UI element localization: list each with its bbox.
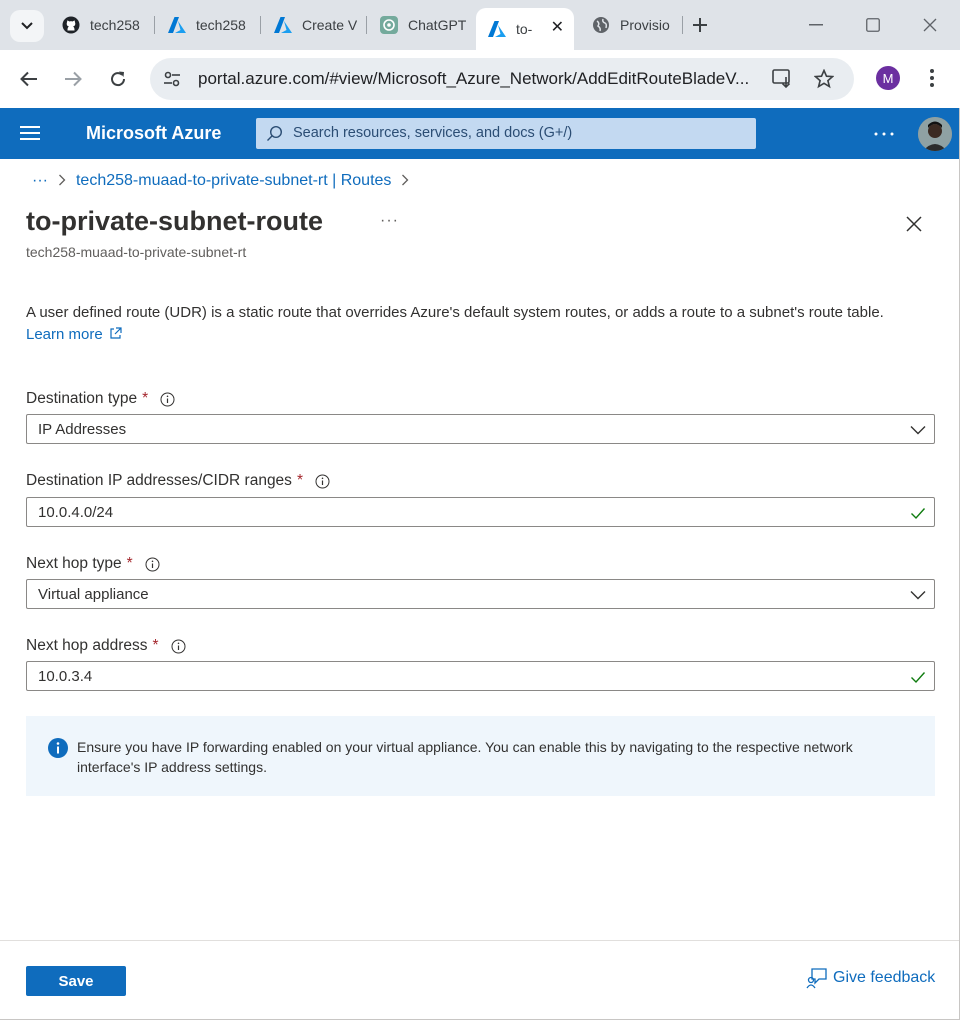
page-title: to-private-subnet-route xyxy=(26,206,323,236)
profile-avatar[interactable]: M xyxy=(876,66,900,90)
next-hop-address-label: Next hop address * xyxy=(26,637,186,655)
browser-tab[interactable]: tech258 xyxy=(50,8,154,42)
destination-ips-input[interactable]: 10.0.4.0/24 xyxy=(26,497,935,527)
dropdown-value: Virtual appliance xyxy=(38,586,149,603)
tab-label: tech258 xyxy=(196,17,246,33)
page-more-icon[interactable]: ··· xyxy=(380,212,399,230)
tab-label: tech258 xyxy=(90,17,140,33)
input-value: 10.0.4.0/24 xyxy=(38,504,114,521)
info-message-text: Ensure you have IP forwarding enabled on… xyxy=(77,739,853,775)
back-arrow-icon[interactable] xyxy=(16,66,42,92)
new-tab-plus-icon[interactable] xyxy=(692,13,708,39)
user-avatar[interactable] xyxy=(918,117,952,151)
browser-tab[interactable]: Provisio xyxy=(580,8,682,42)
portal-menu-icon[interactable] xyxy=(20,126,40,140)
maximize-icon[interactable] xyxy=(863,15,883,35)
browser-tab[interactable]: Create V xyxy=(262,8,366,42)
browser-tab[interactable]: tech258 xyxy=(156,8,260,42)
info-filled-icon xyxy=(48,738,68,758)
checkmark-icon xyxy=(911,508,926,520)
breadcrumb-parent-link[interactable]: tech258-muaad-to-private-subnet-rt | Rou… xyxy=(76,172,391,190)
required-asterisk: * xyxy=(152,637,159,654)
browser-tab-active[interactable]: to- ✕ xyxy=(476,8,574,50)
search-placeholder: Search resources, services, and docs (G+… xyxy=(293,125,573,141)
chatgpt-icon xyxy=(380,16,398,34)
checkmark-icon xyxy=(911,672,926,684)
breadcrumb-ellipsis[interactable]: ··· xyxy=(32,172,48,190)
chevron-down-icon xyxy=(910,591,926,600)
tab-label: ChatGPT xyxy=(408,17,467,33)
header-more-icon[interactable] xyxy=(874,123,894,141)
forward-arrow-icon[interactable] xyxy=(60,66,86,92)
tab-close-icon[interactable]: ✕ xyxy=(551,17,564,37)
tab-label: Create V xyxy=(302,17,358,33)
chevron-down-icon xyxy=(21,22,33,30)
next-hop-type-dropdown[interactable]: Virtual appliance xyxy=(26,579,935,609)
minimize-icon[interactable] xyxy=(806,15,826,35)
window-close-icon[interactable] xyxy=(920,15,940,35)
install-app-icon[interactable] xyxy=(772,68,794,90)
input-value: 10.0.3.4 xyxy=(38,668,93,685)
description-text: A user defined route (UDR) is a static r… xyxy=(26,304,884,321)
tab-separator xyxy=(154,16,155,34)
site-settings-icon[interactable] xyxy=(162,69,182,94)
close-blade-icon[interactable] xyxy=(904,214,924,234)
breadcrumb: ··· tech258-muaad-to-private-subnet-rt |… xyxy=(32,172,419,190)
save-button[interactable]: Save xyxy=(26,966,126,996)
external-link-icon xyxy=(110,327,122,339)
next-hop-type-label: Next hop type * xyxy=(26,555,160,573)
give-feedback-link[interactable]: Give feedback xyxy=(806,967,935,989)
bookmark-star-icon[interactable] xyxy=(813,68,835,90)
page-subtitle: tech258-muaad-to-private-subnet-rt xyxy=(26,244,247,260)
chevron-down-icon xyxy=(910,426,926,435)
azure-top-bar: Microsoft Azure Search resources, servic… xyxy=(0,108,960,159)
chevron-right-icon xyxy=(401,173,409,189)
azure-brand[interactable]: Microsoft Azure xyxy=(86,123,221,144)
footer-divider xyxy=(0,940,960,941)
browser-toolbar: portal.azure.com/#view/Microsoft_Azure_N… xyxy=(0,50,960,108)
azure-icon xyxy=(168,16,186,34)
global-search-input[interactable]: Search resources, services, and docs (G+… xyxy=(256,118,756,149)
browser-menu-icon[interactable] xyxy=(922,66,942,90)
info-message-bar: Ensure you have IP forwarding enabled on… xyxy=(26,716,935,796)
azure-icon xyxy=(488,20,506,38)
info-icon[interactable] xyxy=(315,474,330,489)
tab-separator xyxy=(366,16,367,34)
info-icon[interactable] xyxy=(160,392,175,407)
learn-more-link[interactable]: Learn more xyxy=(26,326,122,343)
feedback-icon xyxy=(806,968,827,989)
destination-type-label: Destination type * xyxy=(26,390,175,408)
search-icon xyxy=(266,125,283,147)
required-asterisk: * xyxy=(142,390,149,407)
description: A user defined route (UDR) is a static r… xyxy=(26,302,926,346)
url-text: portal.azure.com/#view/Microsoft_Azure_N… xyxy=(198,69,750,88)
required-asterisk: * xyxy=(126,555,133,572)
tab-label: to- xyxy=(516,21,533,37)
feedback-label: Give feedback xyxy=(833,969,936,986)
github-icon xyxy=(62,16,80,34)
next-hop-address-input[interactable]: 10.0.3.4 xyxy=(26,661,935,691)
required-asterisk: * xyxy=(296,472,303,489)
reload-icon[interactable] xyxy=(105,66,131,92)
azure-icon xyxy=(274,16,292,34)
browser-tab[interactable]: ChatGPT xyxy=(368,8,472,42)
tab-separator xyxy=(682,16,683,34)
tab-label: Provisio xyxy=(620,17,670,33)
tab-separator xyxy=(260,16,261,34)
destination-ips-label: Destination IP addresses/CIDR ranges * xyxy=(26,472,330,490)
browser-tab-strip: tech258 tech258 Create V ChatGPT to- ✕ P… xyxy=(0,0,960,50)
globe-icon xyxy=(592,16,610,34)
address-bar[interactable]: portal.azure.com/#view/Microsoft_Azure_N… xyxy=(150,58,854,100)
info-icon[interactable] xyxy=(171,639,186,654)
dropdown-value: IP Addresses xyxy=(38,421,127,438)
chevron-right-icon xyxy=(58,173,66,189)
tab-search-button[interactable] xyxy=(10,10,44,42)
destination-type-dropdown[interactable]: IP Addresses xyxy=(26,414,935,444)
info-icon[interactable] xyxy=(145,557,160,572)
